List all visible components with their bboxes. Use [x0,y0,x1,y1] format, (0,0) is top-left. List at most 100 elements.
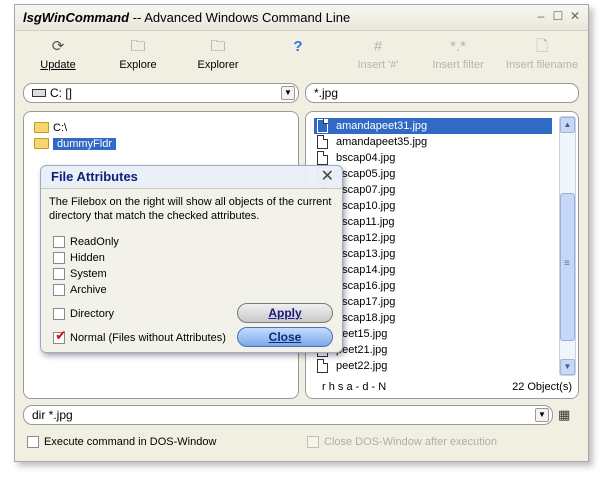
file-name: peet21.jpg [336,344,388,356]
list-item[interactable]: bscap10.jpg [314,198,552,214]
file-icon: 🗋 [535,38,549,55]
directory-label: Directory [70,308,115,320]
refresh-icon: ⟳ [51,38,65,55]
file-name: bscap07.jpg [336,184,396,196]
drive-select[interactable]: C: [] ▼ [23,83,299,103]
directory-checkbox[interactable] [53,308,65,320]
apply-button[interactable]: Apply [237,303,333,323]
list-item[interactable]: peet21.jpg [314,342,552,358]
chevron-down-icon[interactable]: ▼ [535,408,549,422]
file-name: amandapeet31.jpg [336,120,428,132]
run-icon[interactable]: ▦ [558,407,576,425]
insert-hash-button[interactable]: # Insert '#' [343,37,413,77]
help-button[interactable]: ? [263,37,333,77]
file-list: amandapeet31.jpg amandapeet35.jpg bscap0… [314,118,552,374]
file-attributes-dialog: File Attributes ✕ The Filebox on the rig… [40,165,343,353]
scroll-up-icon[interactable]: ▲ [560,117,575,133]
file-name: peet15.jpg [336,328,388,340]
title-bar[interactable]: lsgWinCommand -- Advanced Windows Comman… [15,5,588,31]
normal-label: Normal (Files without Attributes) [70,332,226,344]
checkmark-icon: ✔ [55,327,67,343]
tree-item-dummyfldr[interactable]: dummyFldr [34,136,117,152]
file-icon [317,119,328,133]
close-button[interactable]: Close [237,327,333,347]
window-title: lsgWinCommand -- Advanced Windows Comman… [23,10,350,25]
readonly-checkbox[interactable] [53,236,65,248]
dialog-title: File Attributes [51,169,138,184]
dos-window-checkbox[interactable] [27,436,39,448]
list-item[interactable]: bscap18.jpg [314,310,552,326]
file-name: peet22.jpg [336,360,388,372]
close-icon[interactable]: ✕ [321,166,334,186]
file-name: bscap16.jpg [336,280,396,292]
hash-icon: # [373,38,383,55]
minimize-icon[interactable]: – [534,10,548,24]
scroll-thumb[interactable]: ≡ [560,193,575,341]
insert-filename-label: Insert filename [505,59,579,71]
tree-item-label: C:\ [53,122,68,134]
list-item[interactable]: bscap11.jpg [314,214,552,230]
file-box[interactable]: amandapeet31.jpg amandapeet35.jpg bscap0… [305,111,579,399]
folder-icon: 🗀 [130,38,146,55]
grip-icon: ≡ [564,258,570,269]
folder-search-icon: 🗀 [210,38,226,55]
filter-value: *.jpg [314,86,339,100]
file-name: bscap05.jpg [336,168,396,180]
help-icon: ? [293,38,303,55]
list-item[interactable]: bscap07.jpg [314,182,552,198]
tree-item-label: dummyFldr [53,138,117,150]
list-item[interactable]: bscap13.jpg [314,246,552,262]
file-name: bscap18.jpg [336,312,396,324]
normal-checkbox[interactable]: ✔ [53,328,67,344]
list-item[interactable]: peet22.jpg [314,358,552,374]
close-dos-checkbox[interactable] [307,436,319,448]
dialog-body: The Filebox on the right will show all o… [41,188,342,352]
list-item[interactable]: bscap04.jpg [314,150,552,166]
file-status-bar: r h s a - d - N 22 Object(s) [306,378,578,398]
close-icon[interactable]: ✕ [568,10,582,24]
explorer-button[interactable]: 🗀 Explorer [183,37,253,77]
list-item[interactable]: peet15.jpg [314,326,552,342]
list-item[interactable]: bscap17.jpg [314,294,552,310]
file-name: bscap04.jpg [336,152,396,164]
file-name: bscap13.jpg [336,248,396,260]
filter-input[interactable]: *.jpg [305,83,579,103]
drive-value: C: [] [50,86,73,100]
object-count: 22 Object(s) [512,381,572,393]
command-value: dir *.jpg [32,408,73,422]
scroll-down-icon[interactable]: ▼ [560,359,575,375]
file-name: amandapeet35.jpg [336,136,428,148]
folder-icon [34,122,49,133]
readonly-label: ReadOnly [70,236,119,248]
hidden-label: Hidden [70,252,105,264]
insert-filter-label: Insert filter [432,59,484,71]
hidden-checkbox[interactable] [53,252,65,264]
dialog-description: The Filebox on the right will show all o… [49,196,332,222]
attribute-flags: r h s a - d - N [322,381,387,393]
archive-label: Archive [70,284,107,296]
explore-label: Explore [119,59,157,71]
update-button[interactable]: ⟳ Update [23,37,93,77]
list-item[interactable]: amandapeet31.jpg [314,118,552,134]
system-checkbox[interactable] [53,268,65,280]
file-scrollbar[interactable]: ▲ ≡ ▼ [559,116,576,376]
archive-checkbox[interactable] [53,284,65,296]
list-item[interactable]: bscap16.jpg [314,278,552,294]
tree-item-root[interactable]: C:\ [34,120,67,136]
command-input[interactable]: dir *.jpg ▼ [23,405,553,425]
list-item[interactable]: bscap14.jpg [314,262,552,278]
close-dos-label: Close DOS-Window after execution [324,436,498,448]
file-name: bscap17.jpg [336,296,396,308]
explorer-label: Explorer [197,59,239,71]
folder-open-icon [34,138,49,149]
maximize-icon[interactable]: ☐ [551,10,565,24]
file-name: bscap12.jpg [336,232,396,244]
list-item[interactable]: bscap12.jpg [314,230,552,246]
insert-filter-button[interactable]: *.* Insert filter [423,37,493,77]
explore-button[interactable]: 🗀 Explore [103,37,173,77]
insert-filename-button[interactable]: 🗋 Insert filename [499,37,585,77]
list-item[interactable]: bscap05.jpg [314,166,552,182]
list-item[interactable]: amandapeet35.jpg [314,134,552,150]
chevron-down-icon[interactable]: ▼ [281,86,295,100]
file-icon [317,359,328,373]
